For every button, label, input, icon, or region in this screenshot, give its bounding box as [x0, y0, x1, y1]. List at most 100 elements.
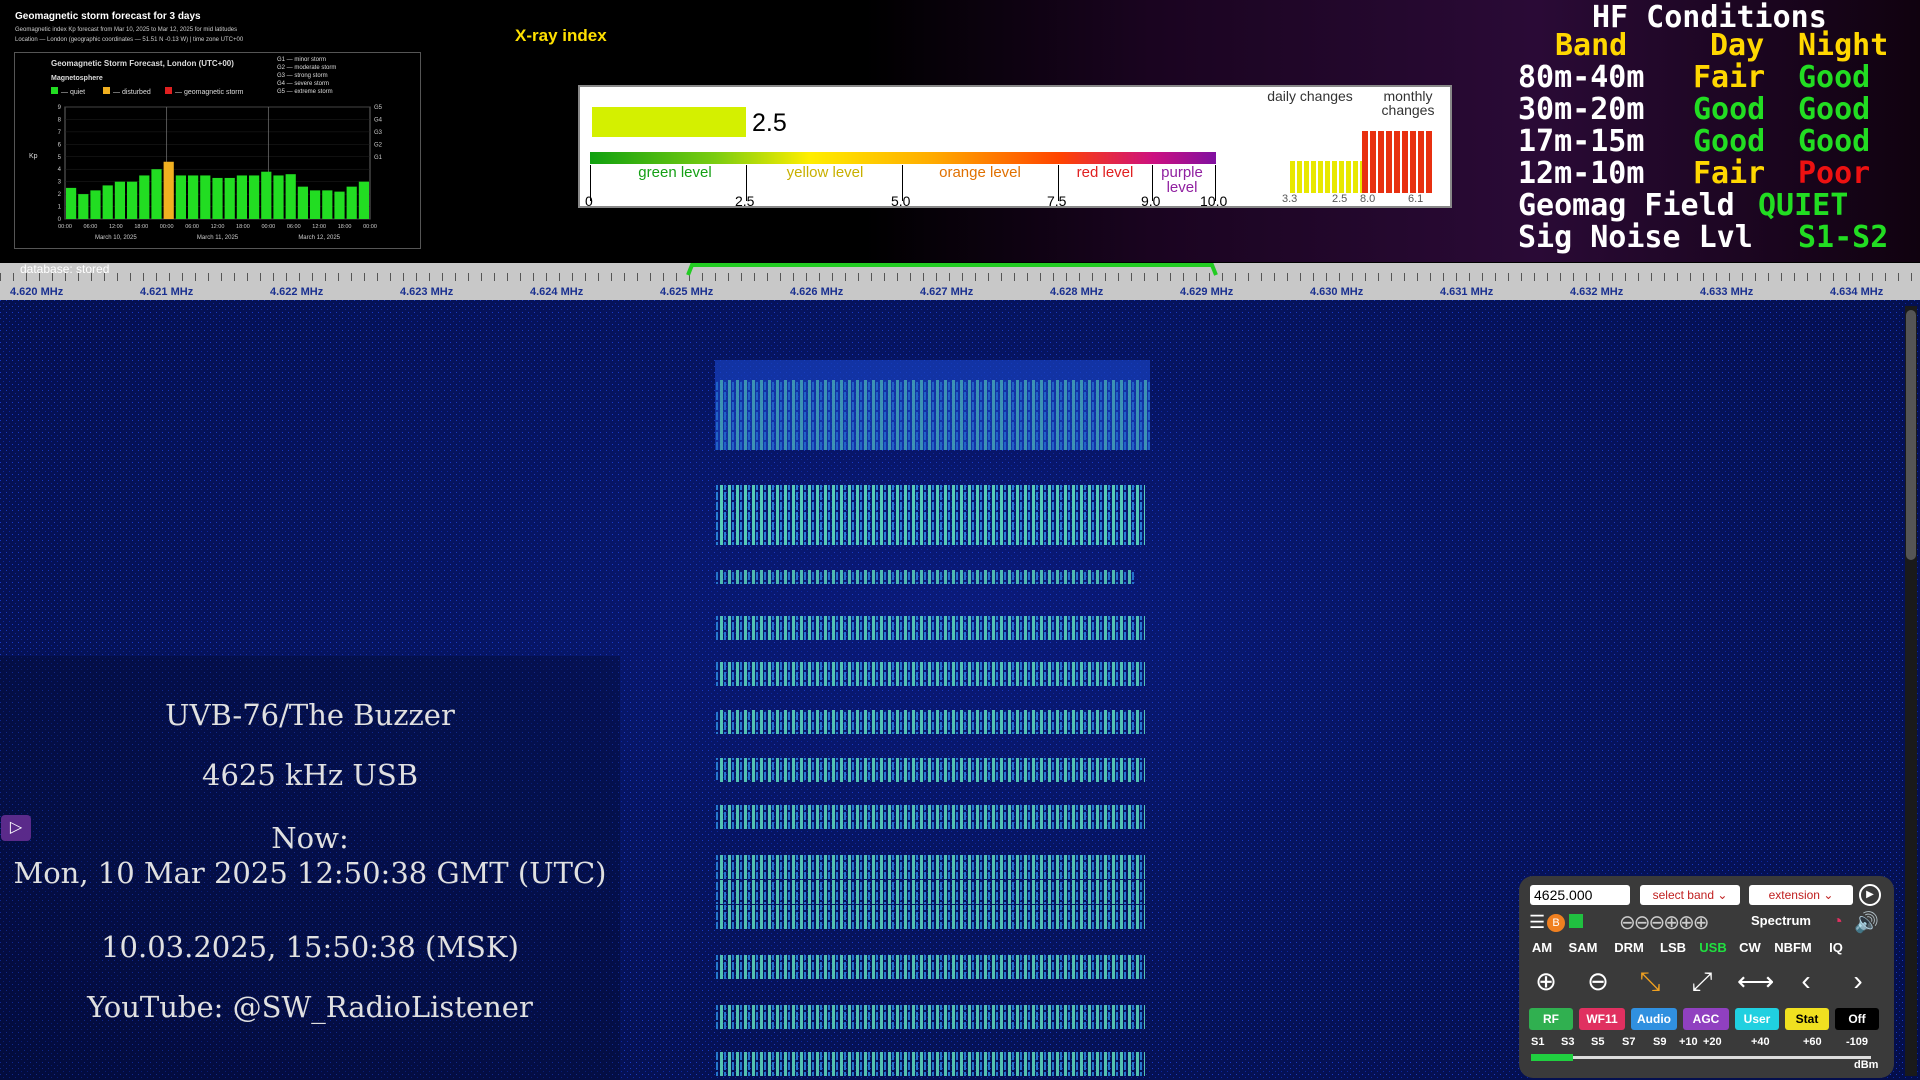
date-label: March 11, 2025 — [197, 235, 239, 241]
user-button[interactable]: User — [1735, 1008, 1779, 1030]
wf-button[interactable]: WF11 — [1579, 1008, 1625, 1030]
chart-title: Geomagnetic Storm Forecast, London (UTC+… — [51, 59, 234, 68]
zoom-fit-icon[interactable]: ⤡ — [1633, 964, 1667, 998]
date-label: March 10, 2025 — [95, 235, 137, 241]
hf-row-day: Fair — [1693, 60, 1766, 95]
play-icon[interactable]: ▶ — [1859, 884, 1881, 906]
mode-nbfm[interactable]: NBFM — [1769, 940, 1817, 955]
hf-row-day: Good — [1693, 124, 1766, 159]
off-button[interactable]: Off — [1835, 1008, 1879, 1030]
frequency-label: 4.630 MHz — [1310, 286, 1364, 298]
hf-row-band: 80m-40m — [1518, 60, 1645, 95]
level-purple: purple level — [1161, 164, 1203, 196]
legend-swatch-quiet — [51, 87, 58, 94]
chart-section: Magnetosphere — [51, 75, 103, 82]
side-play-icon[interactable]: ▷ — [1, 815, 31, 841]
kp-bar — [236, 175, 247, 219]
kp-bar — [114, 181, 125, 219]
legend-quiet: — quiet — [51, 87, 85, 96]
s-meter-label: +10 — [1679, 1036, 1698, 1048]
mode-lsb[interactable]: LSB — [1655, 940, 1691, 955]
y-tick-label: 7 — [58, 130, 62, 136]
x-tick-label: 18:00 — [236, 224, 250, 230]
frequency-label: 4.634 MHz — [1830, 286, 1884, 298]
x-tick-label: 06:00 — [185, 224, 199, 230]
select-band-label: select band — [1652, 888, 1714, 902]
frequency-label: 4.627 MHz — [920, 286, 974, 298]
kp-bar — [90, 190, 101, 219]
kp-bar — [151, 169, 162, 219]
frequency-input[interactable] — [1530, 885, 1630, 905]
xray-value-bar — [592, 107, 746, 137]
frequency-label: 4.620 MHz — [10, 286, 64, 298]
extension-label: extension — [1768, 888, 1820, 902]
dbm-label: dBm — [1854, 1059, 1879, 1071]
s-meter-label: +40 — [1751, 1036, 1770, 1048]
kp-bar — [310, 190, 321, 219]
frequency-label: 4.631 MHz — [1440, 286, 1494, 298]
y-tick-label: 8 — [58, 117, 62, 123]
legend-disturbed: — disturbed — [103, 87, 151, 96]
bitcoin-icon[interactable]: B — [1547, 914, 1565, 932]
agc-button[interactable]: AGC — [1683, 1008, 1729, 1030]
g-scale-item: G5 — extreme storm — [277, 89, 333, 95]
kp-bar — [224, 177, 235, 219]
now-label: Now: — [271, 821, 349, 855]
frequency-label: 4.621 MHz — [140, 286, 194, 298]
x-tick-label: 18:00 — [338, 224, 352, 230]
pan-icon[interactable]: ⟷ — [1737, 964, 1774, 998]
step-right-icon[interactable]: › — [1841, 964, 1875, 998]
level-green: green level — [638, 164, 712, 181]
menu-icon[interactable]: ☰ — [1529, 912, 1545, 933]
mode-sam[interactable]: SAM — [1563, 940, 1603, 955]
g-tick-label: G4 — [374, 117, 383, 123]
date-label: March 12, 2025 — [298, 235, 340, 241]
s-meter-label: +20 — [1703, 1036, 1722, 1048]
zoom-buttons-row[interactable]: ⊖⊖⊖⊕⊕⊕ — [1619, 910, 1710, 935]
record-icon[interactable]: ◔ — [1832, 911, 1843, 932]
mode-usb[interactable]: USB — [1695, 940, 1731, 955]
station-name: UVB-76/The Buzzer — [165, 698, 455, 732]
frequency-label: 4.622 MHz — [270, 286, 324, 298]
storm-forecast-chart: Geomagnetic Storm Forecast, London (UTC+… — [14, 52, 421, 249]
tick-label: 5.0 — [891, 193, 911, 209]
audio-button[interactable]: Audio — [1631, 1008, 1677, 1030]
g-scale-item: G1 — minor storm — [277, 57, 327, 63]
kp-bar — [358, 181, 369, 219]
select-band-dropdown[interactable]: select band ⌄ — [1640, 885, 1740, 905]
rf-button[interactable]: RF — [1529, 1008, 1573, 1030]
daily-changes-label: daily changes — [1267, 88, 1353, 104]
mode-am[interactable]: AM — [1525, 940, 1559, 955]
kp-bar — [273, 175, 284, 219]
scrollbar-thumb[interactable] — [1906, 310, 1916, 560]
extension-dropdown[interactable]: extension ⌄ — [1749, 885, 1853, 905]
utc-time: Mon, 10 Mar 2025 12:50:38 GMT (UTC) — [13, 856, 607, 890]
y-tick-label: 2 — [58, 192, 62, 198]
step-left-icon[interactable]: ‹ — [1789, 964, 1823, 998]
mode-cw[interactable]: CW — [1735, 940, 1765, 955]
mode-iq[interactable]: IQ — [1821, 940, 1851, 955]
geomag-field-value: QUIET — [1758, 188, 1849, 223]
xray-value: 2.5 — [752, 109, 787, 137]
hf-row-band: 30m-20m — [1518, 92, 1645, 127]
s-meter-label: S7 — [1622, 1036, 1636, 1048]
msk-time: 10.03.2025, 15:50:38 (MSK) — [101, 930, 519, 964]
zoom-max-icon[interactable]: ⤢ — [1685, 964, 1719, 998]
kp-bar — [188, 175, 199, 219]
export-icon[interactable] — [1569, 914, 1583, 928]
spectrum-button[interactable]: Spectrum — [1751, 913, 1811, 928]
stat-button[interactable]: Stat — [1785, 1008, 1829, 1030]
mode-drm[interactable]: DRM — [1609, 940, 1649, 955]
hf-row-day: Good — [1693, 92, 1766, 127]
legend-storm: — geomagnetic storm — [165, 87, 243, 96]
youtube-handle: YouTube: @SW_RadioListener — [87, 990, 533, 1024]
hf-header-band: Band — [1555, 28, 1628, 63]
s-meter: S1 S3 S5 S7 S9 +10 +20 +40 +60 -109 — [1531, 1036, 1881, 1066]
zoom-out-icon[interactable]: ⊖ — [1581, 964, 1615, 998]
receiver-control-panel: select band ⌄ extension ⌄ ▶ ☰ B ⊖⊖⊖⊕⊕⊕ S… — [1519, 876, 1894, 1078]
storm-forecast-title: Geomagnetic storm forecast for 3 days — [15, 11, 201, 22]
speaker-icon[interactable]: 🔊 — [1854, 910, 1879, 935]
daily-tick: 2.5 — [1332, 193, 1348, 205]
x-tick-label: 12:00 — [109, 224, 123, 230]
zoom-in-icon[interactable]: ⊕ — [1529, 964, 1563, 998]
